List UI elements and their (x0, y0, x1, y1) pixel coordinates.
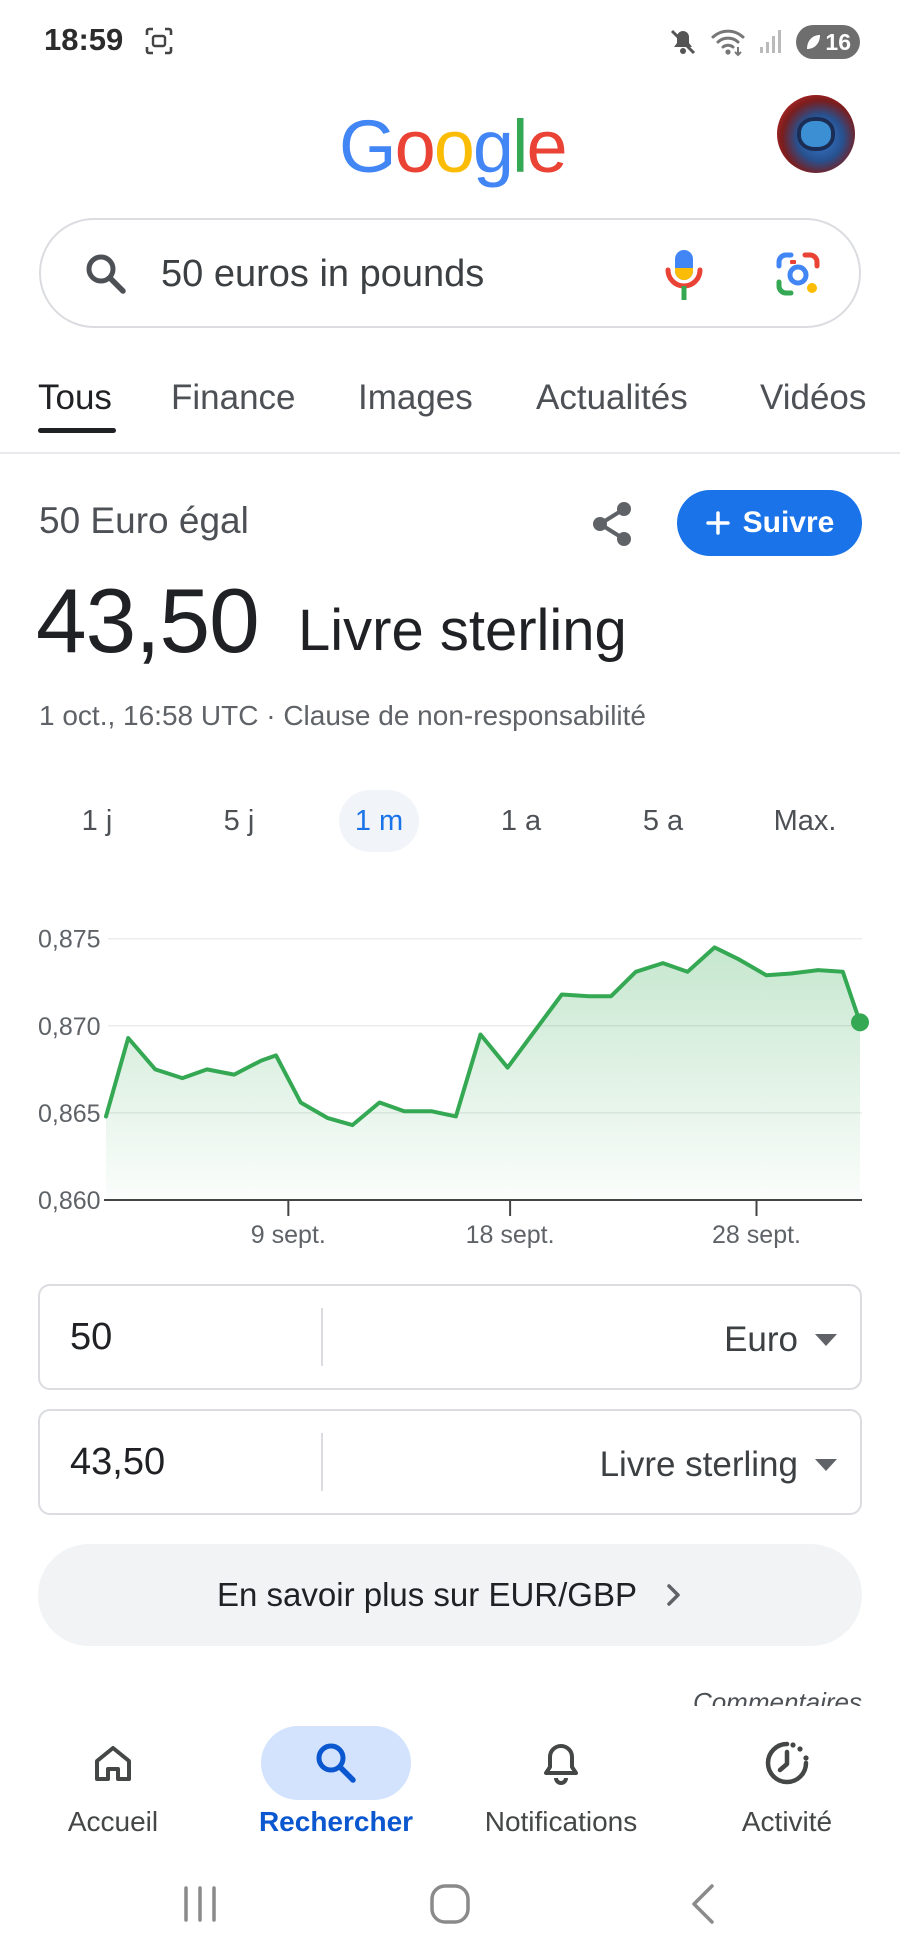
range-1d[interactable]: 1 j (62, 790, 132, 852)
range-1y[interactable]: 1 a (486, 790, 556, 852)
recent-apps-icon[interactable] (180, 1884, 220, 1924)
y-tick-label: 0,860 (38, 1187, 101, 1215)
divider (321, 1308, 323, 1366)
home-button-icon[interactable] (428, 1882, 472, 1926)
home-icon (95, 1746, 131, 1781)
battery-level: 16 (825, 28, 851, 55)
nav-activity-label: Activité (741, 1806, 833, 1837)
comments-link[interactable]: Commentaires (693, 1682, 862, 1706)
exchange-rate-chart[interactable]: 0,875 0,870 0,865 0,860 9 sept. 18 sept. 28 se… (0, 900, 900, 1260)
tab-actualites[interactable]: Actualités (536, 378, 688, 418)
activity-icon (765, 1741, 809, 1785)
search-icon (86, 254, 126, 294)
x-tick-label: 9 sept. (251, 1221, 326, 1249)
google-logo[interactable]: Google (339, 105, 568, 188)
signal-icon (760, 30, 781, 53)
mic-icon[interactable] (664, 248, 704, 302)
to-currency-select[interactable]: Livre sterling (600, 1445, 798, 1485)
avatar[interactable] (777, 95, 855, 173)
logo-letter: o (433, 105, 475, 188)
bottom-navigation: Accueil Rechercher Notifications Activit… (0, 1706, 900, 1856)
battery-icon: 16 (796, 25, 860, 59)
logo-letter: o (394, 105, 436, 188)
nav-home-label: Accueil (67, 1806, 159, 1837)
converter-from: 50 Euro (38, 1284, 862, 1390)
screen: 18:59 16 Google 50 euros in pounds Tous … (0, 0, 900, 1950)
lens-icon[interactable] (774, 250, 822, 298)
nav-activity[interactable]: Activité (697, 1706, 877, 1856)
y-tick-label: 0,875 (38, 926, 101, 954)
follow-button[interactable]: Suivre (677, 490, 862, 556)
tab-tous[interactable]: Tous (38, 378, 112, 418)
search-icon (316, 1743, 356, 1783)
from-currency-select[interactable]: Euro (724, 1320, 798, 1360)
to-amount-input[interactable]: 43,50 (70, 1441, 165, 1484)
tab-videos[interactable]: Vidéos (760, 378, 866, 418)
mute-icon (670, 29, 696, 55)
search-tabs: Tous Finance Images Actualités Vidéos (0, 360, 900, 454)
converter-to: 43,50 Livre sterling (38, 1409, 862, 1515)
share-icon[interactable] (586, 497, 640, 551)
nav-notifications-label: Notifications (484, 1806, 638, 1837)
tab-finance[interactable]: Finance (171, 378, 296, 418)
bell-icon (544, 1744, 578, 1785)
wifi-icon (711, 29, 745, 57)
converted-value: 43,50 (36, 571, 260, 672)
range-max[interactable]: Max. (760, 790, 850, 852)
nav-search[interactable]: Rechercher (246, 1706, 426, 1856)
system-navigation-bar (0, 1860, 900, 1950)
logo-letter: G (339, 105, 397, 188)
chevron-right-icon (667, 1584, 680, 1606)
x-tick-label: 28 sept. (712, 1221, 801, 1249)
nav-search-label: Rechercher (258, 1806, 414, 1837)
screenshot-icon (145, 27, 173, 55)
dropdown-caret-icon[interactable] (814, 1458, 838, 1472)
back-icon[interactable] (688, 1882, 718, 1926)
status-bar: 18:59 16 (0, 0, 900, 84)
range-1m[interactable]: 1 m (339, 790, 419, 852)
tab-images[interactable]: Images (358, 378, 473, 418)
learn-more-label: En savoir plus sur EUR/GBP (217, 1576, 637, 1613)
learn-more-button[interactable]: En savoir plus sur EUR/GBP (38, 1544, 862, 1646)
logo-letter: e (526, 105, 567, 188)
status-time: 18:59 (44, 22, 124, 57)
follow-label: Suivre (742, 506, 835, 539)
search-input[interactable]: 50 euros in pounds (161, 253, 484, 296)
logo-letter: l (512, 105, 529, 188)
dropdown-caret-icon[interactable] (814, 1333, 838, 1347)
active-tab-indicator (38, 428, 116, 433)
search-bar[interactable]: 50 euros in pounds (39, 218, 861, 328)
logo-letter: g (472, 105, 514, 188)
timestamp-disclaimer[interactable]: 1 oct., 16:58 UTC · Clause de non-respon… (39, 700, 646, 732)
latest-point-marker (851, 1013, 869, 1032)
range-5d[interactable]: 5 j (204, 790, 274, 852)
equals-label: 50 Euro égal (39, 500, 249, 541)
divider (321, 1433, 323, 1491)
nav-notifications[interactable]: Notifications (471, 1706, 651, 1856)
y-tick-label: 0,870 (38, 1013, 101, 1041)
from-amount-input[interactable]: 50 (70, 1316, 112, 1359)
range-5y[interactable]: 5 a (628, 790, 698, 852)
plus-icon (705, 511, 730, 535)
nav-home[interactable]: Accueil (23, 1706, 203, 1856)
x-tick-label: 18 sept. (466, 1221, 555, 1249)
y-tick-label: 0,865 (38, 1100, 101, 1128)
converted-unit: Livre sterling (298, 598, 627, 663)
